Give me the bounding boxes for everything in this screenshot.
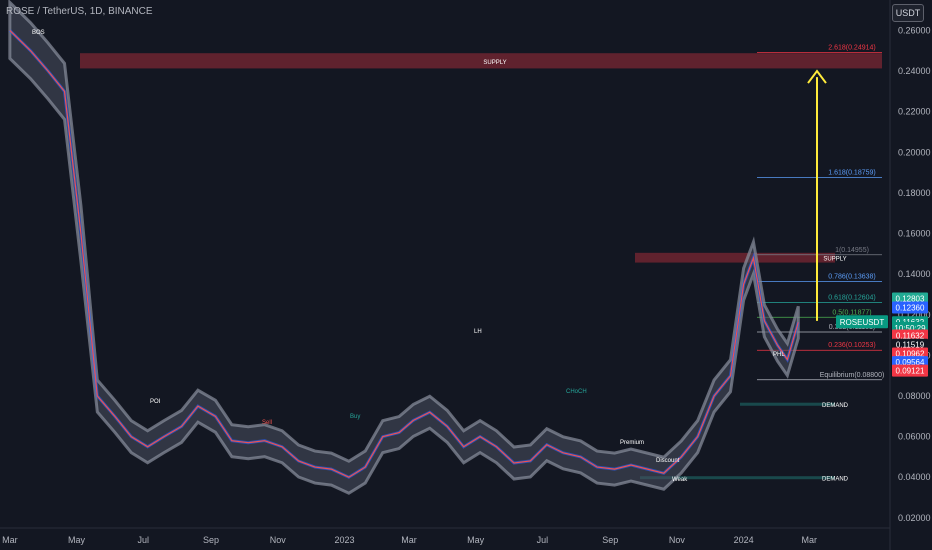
x-tick-label: Mar — [801, 535, 817, 545]
annotation-label: POI — [150, 399, 161, 405]
annotation-label: Weak — [672, 477, 688, 483]
currency-button[interactable]: USDT — [892, 4, 924, 22]
x-tick-label: Mar — [2, 535, 18, 545]
fib-level-label: Equilibrium(0.08800) — [820, 372, 885, 379]
zone-supply — [635, 252, 835, 263]
zone-label: SUPPLY — [483, 60, 506, 66]
zone-supply — [80, 53, 882, 69]
annotation-label: PHL — [773, 352, 785, 358]
annotation-label: Sell — [262, 420, 272, 426]
x-tick-label: Nov — [270, 535, 287, 545]
x-tick-label: 2024 — [734, 535, 754, 545]
x-tick-label: Jul — [537, 535, 549, 545]
x-tick-label: Mar — [401, 535, 417, 545]
y-tick-label: 0.02000 — [898, 513, 931, 523]
price-chart[interactable]: 0.26000 0.24000 0.22000 0.20000 0.18000 0.160… — [0, 0, 932, 550]
chart-title: ROSE / TetherUS, 1D, BINANCE — [6, 6, 153, 17]
zone-label: DEMAND — [822, 476, 849, 482]
price-tag-text: 0.12360 — [896, 303, 925, 312]
x-tick-label: Nov — [669, 535, 686, 545]
fib-level-label: 2.618(0.24914) — [828, 45, 875, 52]
x-tick-label: Sep — [602, 535, 618, 545]
x-tick-label: 2023 — [334, 535, 354, 545]
x-tick-label: Jul — [137, 535, 149, 545]
annotation-label: BOS — [32, 30, 45, 36]
annotation-label: Buy — [350, 414, 360, 420]
fib-level-label: 0.5(0.11877) — [832, 309, 871, 316]
y-tick-label: 0.08000 — [898, 391, 931, 401]
x-tick-label: May — [467, 535, 485, 545]
symbol-label-text: ROSEUSDT — [840, 318, 885, 327]
y-tick-label: 0.20000 — [898, 147, 931, 157]
annotation-label: LH — [474, 329, 482, 335]
fib-level-label: 0.236(0.10253) — [828, 342, 875, 349]
zone-label: SUPPLY — [823, 257, 846, 263]
y-tick-label: 0.26000 — [898, 25, 931, 35]
price-envelope — [8, 0, 800, 495]
fib-level-label: 1(0.14955) — [835, 247, 869, 254]
zone-label: DEMAND — [822, 403, 849, 409]
y-tick-label: 0.06000 — [898, 432, 931, 442]
zone-demand — [740, 402, 835, 406]
y-tick-label: 0.14000 — [898, 269, 931, 279]
fib-level-label: 1.618(0.18759) — [828, 170, 875, 177]
x-tick-label: Sep — [203, 535, 219, 545]
price-tag-text: 0.09121 — [896, 367, 925, 376]
annotation-label: CHoCH — [566, 389, 587, 395]
y-tick-label: 0.16000 — [898, 229, 931, 239]
annotation-label: Discount — [656, 458, 680, 464]
y-tick-label: 0.22000 — [898, 107, 931, 117]
x-tick-label: May — [68, 535, 86, 545]
annotation-label: Premium — [620, 440, 644, 446]
fib-level-label: 0.618(0.12604) — [828, 295, 875, 302]
fib-level-label: 0.786(0.13638) — [828, 274, 875, 281]
y-tick-label: 0.24000 — [898, 66, 931, 76]
y-tick-label: 0.18000 — [898, 188, 931, 198]
y-tick-label: 0.04000 — [898, 472, 931, 482]
